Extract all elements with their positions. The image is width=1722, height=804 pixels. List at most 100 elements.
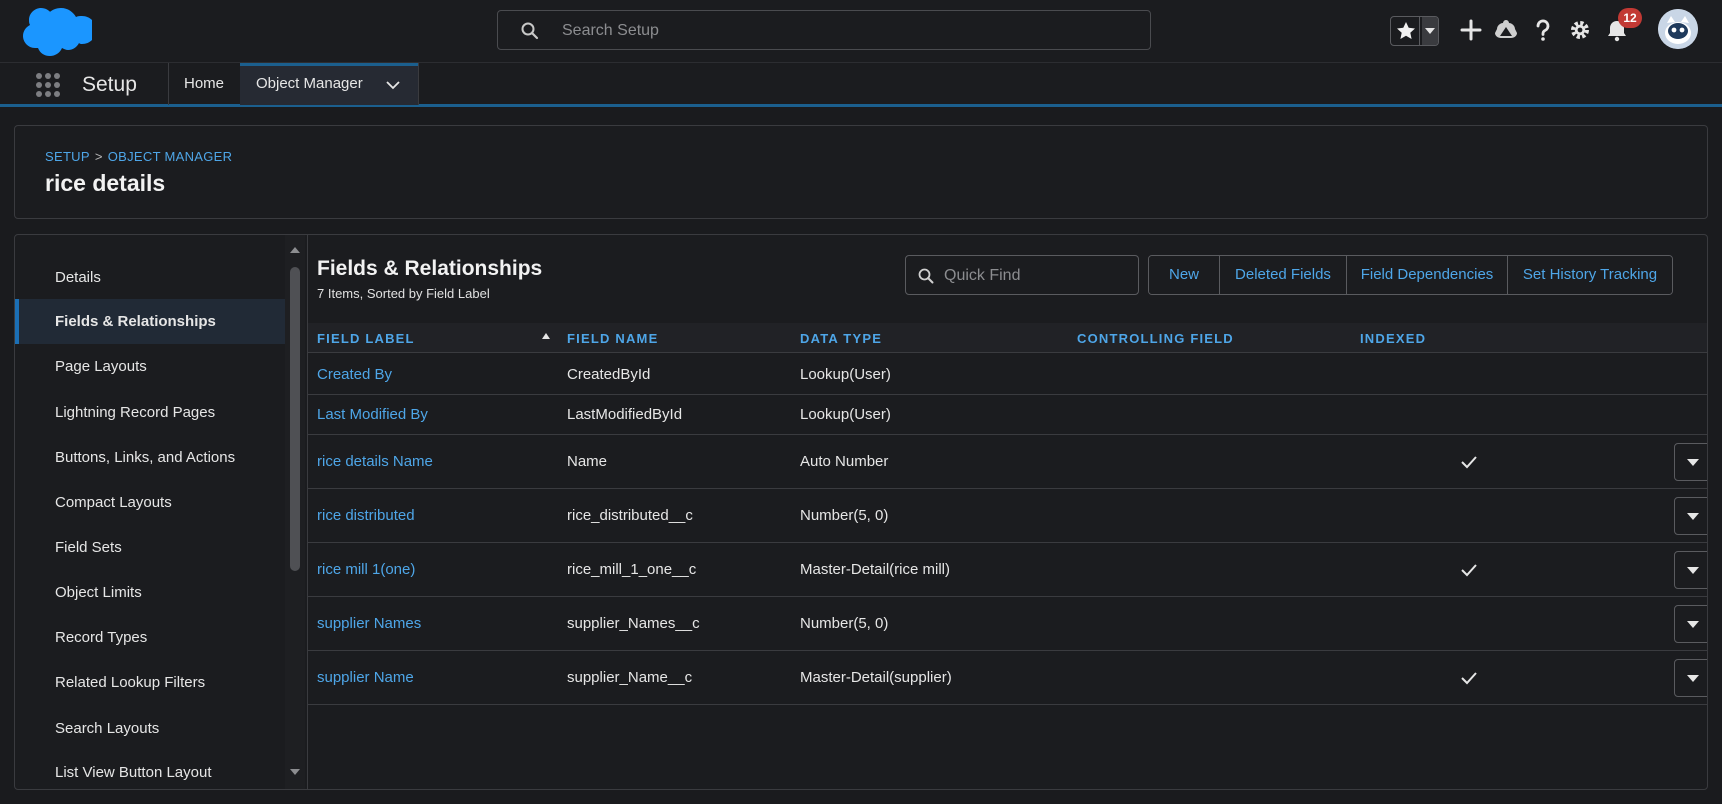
table-row: supplier Name supplier_Name__c Master-De… [308,651,1707,705]
star-icon[interactable] [1395,20,1417,42]
sidebar-scrollbar[interactable] [285,235,305,789]
row-actions-menu-button[interactable] [1674,605,1707,643]
deleted-fields-button[interactable]: Deleted Fields [1220,256,1347,294]
search-placeholder: Search Setup [562,22,659,39]
field-name: supplier_Name__c [567,669,693,686]
row-actions-menu-button[interactable] [1674,551,1707,589]
sidebar-item-lightning-record-pages[interactable]: Lightning Record Pages [15,390,285,435]
sidebar-item-search-layouts[interactable]: Search Layouts [15,706,285,751]
data-type: Lookup(User) [800,406,891,423]
sidebar-item-details[interactable]: Details [15,255,285,300]
sidebar-item-fields-relationships[interactable]: Fields & Relationships [15,299,285,344]
section-subtitle: 7 Items, Sorted by Field Label [317,286,490,301]
row-actions-menu-button[interactable] [1674,497,1707,535]
fields-content: Fields & Relationships 7 Items, Sorted b… [307,235,1707,789]
breadcrumb-object-manager[interactable]: OBJECT MANAGER [108,149,233,164]
indexed-check-icon [1461,456,1477,469]
data-type: Master-Detail(supplier) [800,669,952,686]
tab-object-manager[interactable]: Object Manager [240,63,418,105]
table-row: Created By CreatedById Lookup(User) [308,354,1707,395]
field-dependencies-button[interactable]: Field Dependencies [1347,256,1508,294]
tab-home[interactable]: Home [168,63,240,105]
sidebar-item-page-layouts[interactable]: Page Layouts [15,344,285,389]
column-header-data-type[interactable]: DATA TYPE [800,331,882,346]
avatar[interactable] [1658,9,1698,49]
favorites-menu-button[interactable] [1422,17,1438,45]
data-type: Auto Number [800,453,889,470]
chevron-down-icon[interactable] [386,80,400,90]
field-name: Name [567,453,608,470]
section-title: Fields & Relationships [317,257,543,280]
data-type: Number(5, 0) [800,507,889,524]
field-name: rice_distributed__c [567,507,693,524]
help-icon[interactable] [1530,17,1556,43]
sidebar-item-buttons-links-actions[interactable]: Buttons, Links, and Actions [15,435,285,480]
field-name: CreatedById [567,366,651,383]
sidebar-item-record-types[interactable]: Record Types [15,615,285,660]
field-label-link[interactable]: supplier Name [317,669,414,686]
trailhead-icon[interactable] [1493,17,1519,43]
search-icon [918,268,934,284]
chevron-down-icon [1687,459,1699,466]
app-name: Setup [82,73,137,96]
column-header-controlling-field[interactable]: CONTROLLING FIELD [1077,331,1234,346]
row-actions-menu-button[interactable] [1674,443,1707,481]
search-icon [521,22,539,40]
field-actions-button-group: New Deleted Fields Field Dependencies Se… [1148,255,1673,295]
table-row: supplier Names supplier_Names__c Number(… [308,597,1707,651]
chevron-down-icon [1687,513,1699,520]
sidebar-item-related-lookup-filters[interactable]: Related Lookup Filters [15,660,285,705]
column-header-indexed[interactable]: INDEXED [1360,331,1426,346]
scrollbar-thumb[interactable] [290,267,300,571]
field-name: LastModifiedById [567,406,683,423]
salesforce-logo[interactable] [18,6,96,56]
field-name: rice_mill_1_one__c [567,561,697,578]
indexed-check-icon [1461,672,1477,685]
sidebar-item-compact-layouts[interactable]: Compact Layouts [15,480,285,525]
app-navigation-bar: Setup Home Object Manager [0,62,1722,107]
scroll-down-icon[interactable] [289,767,301,777]
new-button[interactable]: New [1149,256,1220,294]
setup-search-input[interactable]: Search Setup [497,10,1151,50]
field-label-link[interactable]: rice mill 1(one) [317,561,415,578]
data-type: Number(5, 0) [800,615,889,632]
table-row: rice mill 1(one) rice_mill_1_one__c Mast… [308,543,1707,597]
row-actions-menu-button[interactable] [1674,659,1707,697]
quick-find-input[interactable]: Quick Find [905,255,1139,295]
field-label-link[interactable]: rice distributed [317,507,415,524]
favorites-group[interactable] [1390,16,1439,46]
field-label-link[interactable]: supplier Names [317,615,421,632]
column-header-field-label[interactable]: FIELD LABEL [317,331,415,346]
table-row: rice distributed rice_distributed__c Num… [308,489,1707,543]
sidebar-item-list-view-button-layout[interactable]: List View Button Layout [15,750,285,789]
sidebar-item-field-sets[interactable]: Field Sets [15,525,285,570]
table-row: Last Modified By LastModifiedById Lookup… [308,395,1707,435]
breadcrumb-separator: > [94,149,103,164]
favorites-divider [1419,17,1420,45]
chevron-down-icon [1687,567,1699,574]
breadcrumb-setup[interactable]: SETUP [45,149,90,164]
object-sidebar: Details Fields & Relationships Page Layo… [15,235,285,789]
field-label-link[interactable]: rice details Name [317,453,433,470]
tab-object-manager-label: Object Manager [256,75,363,92]
sidebar-item-object-limits[interactable]: Object Limits [15,570,285,615]
field-label-link[interactable]: Created By [317,366,392,383]
gear-icon[interactable] [1567,17,1593,43]
nav-divider [418,63,419,105]
field-label-link[interactable]: Last Modified By [317,406,428,423]
sort-ascending-icon[interactable] [541,332,551,340]
app-launcher-icon[interactable] [36,73,60,97]
chevron-down-icon [1687,675,1699,682]
table-header: FIELD LABEL FIELD NAME DATA TYPE CONTROL… [308,323,1707,353]
indexed-check-icon [1461,564,1477,577]
quick-find-placeholder: Quick Find [944,267,1021,284]
breadcrumb: SETUP > OBJECT MANAGER [45,149,232,164]
notification-count-badge: 12 [1618,8,1642,28]
set-history-tracking-button[interactable]: Set History Tracking [1508,256,1672,294]
plus-icon[interactable] [1458,17,1484,43]
global-header: Search Setup 12 [0,0,1722,62]
data-type: Master-Detail(rice mill) [800,561,951,578]
chevron-down-icon [1687,621,1699,628]
column-header-field-name[interactable]: FIELD NAME [567,331,658,346]
scroll-up-icon[interactable] [289,245,301,255]
